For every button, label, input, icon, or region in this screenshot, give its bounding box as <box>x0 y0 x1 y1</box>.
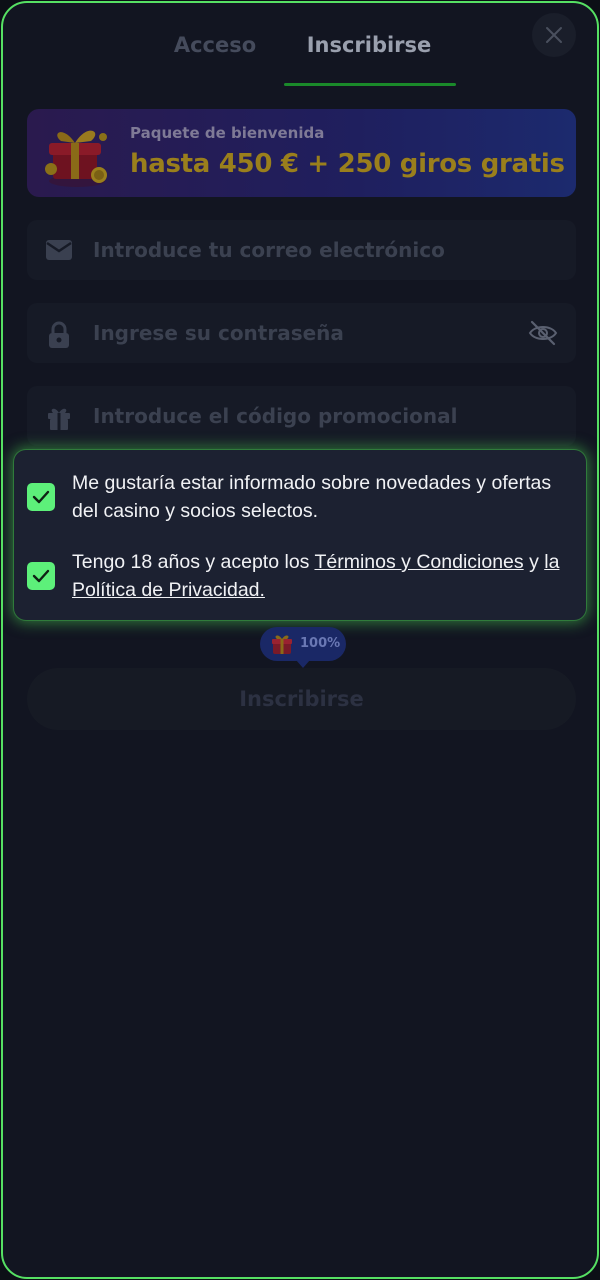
tab-signup[interactable]: Inscribirse <box>293 27 445 63</box>
close-icon <box>546 27 562 43</box>
age-terms-consent-text: Tengo 18 años y acepto los Términos y Co… <box>72 548 577 604</box>
tab-login[interactable]: Acceso <box>155 27 275 63</box>
signup-modal: Acceso Inscribirse Paquete de bienvenida… <box>1 1 599 1279</box>
lock-icon <box>49 321 69 348</box>
checkmark-icon <box>32 490 50 504</box>
gift-box-icon <box>45 130 107 187</box>
age-terms-checkbox[interactable] <box>27 562 55 590</box>
eye-slash-icon[interactable] <box>527 317 559 349</box>
terms-link[interactable]: Términos y Condiciones <box>314 551 523 573</box>
promo-subtitle: Paquete de bienvenida <box>130 124 325 142</box>
auth-tabs: Acceso Inscribirse <box>3 3 597 93</box>
age-text-prefix: Tengo 18 años y acepto los <box>72 551 315 573</box>
promo-headline: hasta 450 € + 250 giros gratis <box>130 149 565 179</box>
gift-icon <box>272 635 292 654</box>
bonus-progress-badge: 100% <box>260 627 346 668</box>
consent-popup: Me gustaría estar informado sobre noveda… <box>14 450 586 620</box>
age-text-middle: y <box>523 551 545 573</box>
active-tab-indicator <box>284 83 456 86</box>
welcome-bonus-banner[interactable]: Paquete de bienvenida hasta 450 € + 250 … <box>27 109 576 197</box>
checkmark-icon <box>32 569 50 583</box>
gift-icon <box>48 408 70 430</box>
password-field[interactable] <box>27 303 576 363</box>
newsletter-checkbox[interactable] <box>27 483 55 511</box>
close-button[interactable] <box>532 13 576 57</box>
promo-code-field[interactable] <box>27 386 576 446</box>
promo-code-input[interactable] <box>93 386 513 446</box>
progress-percent: 100% <box>300 636 341 651</box>
signup-submit-button[interactable]: Inscribirse <box>27 668 576 730</box>
newsletter-consent-text: Me gustaría estar informado sobre noveda… <box>72 472 552 522</box>
email-input[interactable] <box>93 220 513 280</box>
email-field[interactable] <box>27 220 576 280</box>
password-input[interactable] <box>93 303 513 363</box>
envelope-icon <box>46 240 72 260</box>
